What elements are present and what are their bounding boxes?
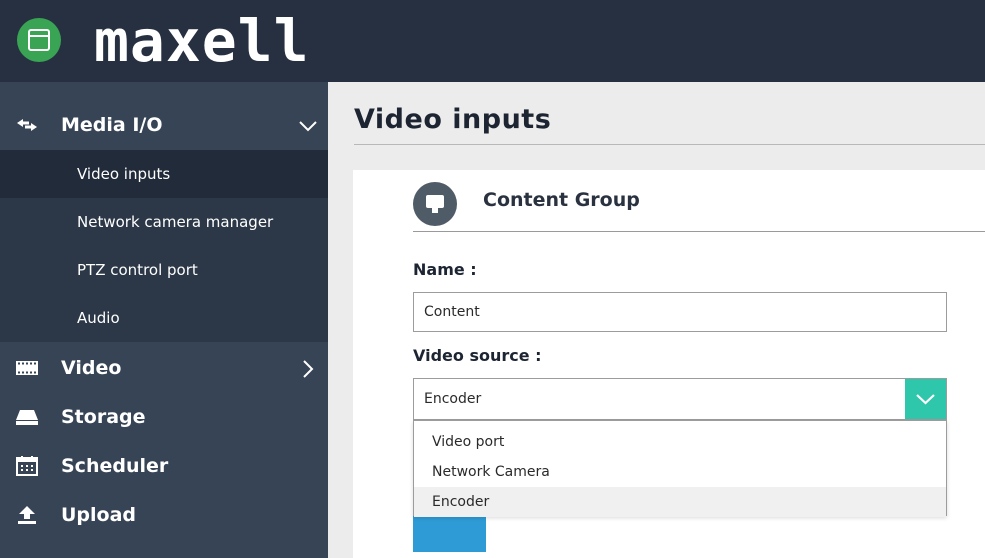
chevron-right-icon[interactable]: [296, 357, 320, 381]
sidebar-subitem-label: Network camera manager: [77, 213, 274, 231]
sidebar-item-video[interactable]: Video: [0, 344, 328, 393]
film-strip-icon: [16, 361, 38, 375]
arrows-swap-icon: [17, 119, 37, 131]
option-encoder[interactable]: Encoder: [414, 487, 946, 517]
sidebar-item-storage[interactable]: Storage: [0, 393, 328, 442]
group-title: Content Group: [483, 189, 640, 211]
chevron-down-icon[interactable]: [296, 114, 320, 138]
sidebar-item-label: Upload: [61, 504, 137, 526]
video-source-options: Video port Network Camera Encoder: [413, 420, 947, 517]
video-source-select[interactable]: Encoder: [413, 378, 947, 420]
sidebar-item-label: Storage: [61, 406, 146, 428]
title-divider: [354, 144, 985, 145]
name-label: Name :: [413, 260, 477, 279]
group-divider: [413, 231, 985, 232]
drive-icon: [16, 410, 38, 425]
name-input[interactable]: [413, 292, 947, 332]
sidebar-item-scheduler[interactable]: Scheduler: [0, 442, 328, 491]
sidebar-item-label: Scheduler: [61, 455, 169, 477]
video-source-label: Video source :: [413, 346, 542, 365]
option-network-camera[interactable]: Network Camera: [414, 457, 946, 487]
main-content: Video inputs Content Group Name : Video …: [328, 82, 985, 558]
sidebar-subitem-ptz-control-port[interactable]: PTZ control port: [0, 246, 328, 294]
sidebar-subitem-label: PTZ control port: [77, 261, 198, 279]
chevron-down-icon: [916, 394, 935, 405]
sidebar-subitem-video-inputs[interactable]: Video inputs: [0, 150, 328, 198]
sidebar-item-label: Video: [61, 357, 122, 379]
upload-icon: [18, 506, 36, 524]
content-group-card: Content Group Name : Video source : Enco…: [353, 170, 985, 558]
sidebar: Media I/O Video inputs Network camera ma…: [0, 82, 328, 558]
sidebar-item-label: Media I/O: [61, 114, 163, 136]
sidebar-subitem-audio[interactable]: Audio: [0, 294, 328, 342]
monitor-icon: [413, 182, 457, 226]
sidebar-item-media-io[interactable]: Media I/O: [0, 101, 328, 150]
brand-logo: maxell: [94, 7, 310, 75]
dropdown-toggle-button[interactable]: [905, 379, 946, 419]
top-header: maxell: [0, 0, 985, 82]
calendar-icon: [16, 456, 38, 476]
app-settings-icon[interactable]: [17, 18, 61, 62]
option-video-port[interactable]: Video port: [414, 427, 946, 457]
sidebar-item-upload[interactable]: Upload: [0, 491, 328, 540]
sidebar-subitem-network-camera-manager[interactable]: Network camera manager: [0, 198, 328, 246]
sidebar-subitem-label: Audio: [77, 309, 120, 327]
page-title: Video inputs: [354, 104, 552, 135]
sidebar-subitem-label: Video inputs: [77, 165, 171, 183]
video-source-value: Encoder: [424, 391, 482, 407]
